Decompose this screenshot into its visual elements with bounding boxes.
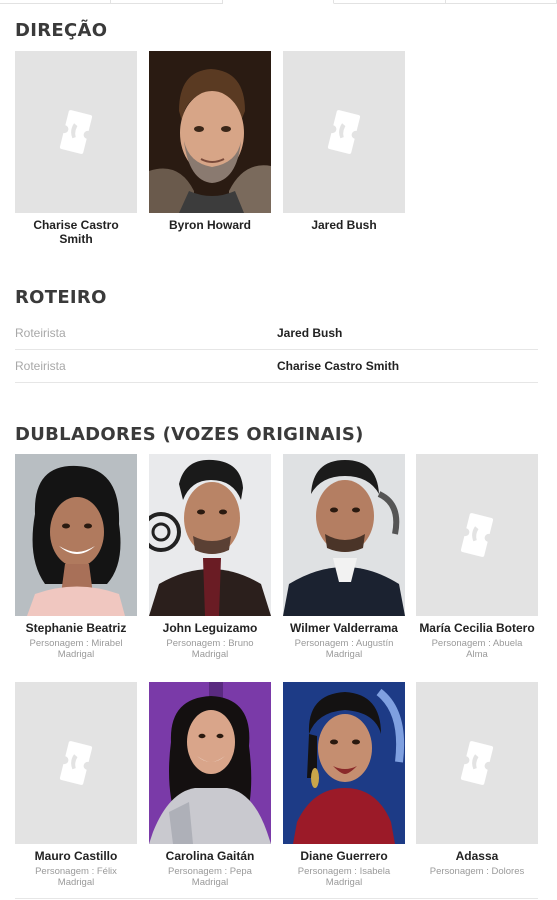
cast-card[interactable]: Mauro Castillo Personagem : Félix Madrig… <box>15 682 137 888</box>
placeholder-ticket-icon <box>416 454 538 616</box>
person-name[interactable]: Mauro Castillo <box>15 849 137 863</box>
director-card[interactable]: Jared Bush <box>283 51 405 232</box>
cast-card[interactable]: Diane Guerrero Personagem : Isabela Madr… <box>283 682 405 888</box>
person-photo <box>149 454 271 616</box>
person-name[interactable]: John Leguizamo <box>149 621 271 635</box>
tab[interactable] <box>0 0 112 4</box>
character-name: Personagem : Pepa Madrigal <box>168 866 252 888</box>
character-name: Personagem : Dolores <box>429 866 525 877</box>
tab-strip <box>0 0 557 4</box>
person-photo <box>15 454 137 616</box>
tab-active[interactable] <box>222 0 335 4</box>
placeholder-ticket-icon <box>15 51 137 213</box>
credit-job: Roteirista <box>15 325 66 340</box>
credit-job: Roteirista <box>15 358 66 373</box>
section-title-voices: DUBLADORES (VOZES ORIGINAIS) <box>15 424 364 445</box>
director-card[interactable]: Charise Castro Smith <box>15 51 137 246</box>
person-photo <box>149 682 271 844</box>
section-title-writing: ROTEIRO <box>15 287 107 308</box>
person-photo <box>149 51 271 213</box>
character-name: Personagem : Abuela Alma <box>431 638 523 660</box>
cast-card[interactable]: John Leguizamo Personagem : Bruno Madrig… <box>149 454 271 660</box>
placeholder-ticket-icon <box>15 682 137 844</box>
person-photo <box>283 454 405 616</box>
person-name[interactable]: Adassa <box>416 849 538 863</box>
cast-card[interactable]: Adassa Personagem : Dolores <box>416 682 538 877</box>
character-name: Personagem : Mirabel Madrigal <box>29 638 123 660</box>
tab[interactable] <box>111 0 223 4</box>
character-name: Personagem : Isabela Madrigal <box>297 866 391 888</box>
character-name: Personagem : Augustín Madrigal <box>294 638 394 660</box>
character-name: Personagem : Félix Madrigal <box>35 866 117 888</box>
person-photo <box>283 682 405 844</box>
placeholder-ticket-icon <box>283 51 405 213</box>
credit-row: Roteirista Jared Bush <box>15 316 538 350</box>
person-name[interactable]: Byron Howard <box>149 218 271 232</box>
credit-person[interactable]: Charise Castro Smith <box>277 359 399 373</box>
cast-card[interactable]: Carolina Gaitán Personagem : Pepa Madrig… <box>149 682 271 888</box>
tab[interactable] <box>445 0 557 4</box>
person-name[interactable]: Diane Guerrero <box>283 849 405 863</box>
person-name[interactable]: Charise Castro Smith <box>15 218 137 246</box>
cast-card[interactable]: Stephanie Beatriz Personagem : Mirabel M… <box>15 454 137 660</box>
person-name[interactable]: María Cecilia Botero <box>416 621 538 635</box>
cast-card[interactable]: María Cecilia Botero Personagem : Abuela… <box>416 454 538 660</box>
cast-card[interactable]: Wilmer Valderrama Personagem : Augustín … <box>283 454 405 660</box>
person-name[interactable]: Stephanie Beatriz <box>15 621 137 635</box>
character-name: Personagem : Bruno Madrigal <box>166 638 254 660</box>
divider <box>15 898 538 899</box>
person-name[interactable]: Carolina Gaitán <box>149 849 271 863</box>
person-name[interactable]: Jared Bush <box>283 218 405 232</box>
credit-row: Roteirista Charise Castro Smith <box>15 349 538 383</box>
director-card[interactable]: Byron Howard <box>149 51 271 232</box>
placeholder-ticket-icon <box>416 682 538 844</box>
person-name[interactable]: Wilmer Valderrama <box>283 621 405 635</box>
section-title-direction: DIREÇÃO <box>15 20 108 41</box>
tab[interactable] <box>334 0 446 4</box>
credit-person[interactable]: Jared Bush <box>277 326 342 340</box>
